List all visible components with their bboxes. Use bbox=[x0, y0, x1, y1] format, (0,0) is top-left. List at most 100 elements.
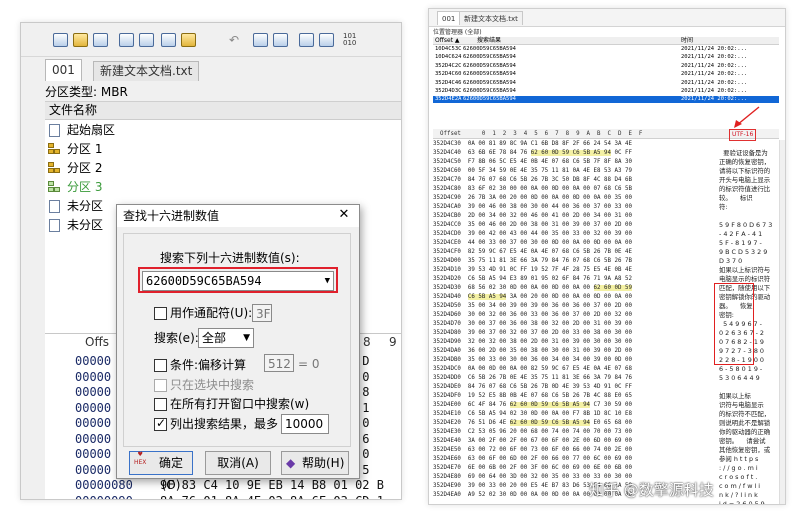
hex-row-offset: 00000090 bbox=[75, 491, 133, 500]
hex-data-row: 352D4CE0 44 00 33 00 37 00 30 00 0D 00 0… bbox=[433, 240, 632, 246]
result-row[interactable]: 10D4C53C 62600D59C65BA594 2021/11/24 20:02… bbox=[433, 46, 779, 53]
condition-value-input[interactable]: 512 bbox=[264, 354, 294, 372]
result-offset: 10D4C53C bbox=[435, 46, 462, 52]
results-list: 10D4C53C 62600D59C65BA594 2021/11/24 20:02… bbox=[429, 46, 785, 106]
hex-col-9: 9 bbox=[389, 335, 397, 349]
tree-header[interactable]: 文件名称 bbox=[45, 102, 401, 120]
result-offset: 352D4D3C bbox=[435, 88, 462, 94]
folder-icon[interactable] bbox=[181, 33, 196, 47]
wildcard-checkbox[interactable] bbox=[154, 307, 167, 320]
hex-data-row: 352D4D80 39 00 37 00 32 00 37 00 2D 00 3… bbox=[433, 330, 632, 336]
undo-icon[interactable]: ↶ bbox=[229, 33, 244, 47]
text-row: 则说明此不是解锁 bbox=[719, 419, 771, 427]
tree-item-unpartitioned-2[interactable]: 未分区 bbox=[49, 216, 103, 235]
hex-data-row: 352D4E70 6E 00 6B 00 2F 00 3F 00 6C 00 6… bbox=[433, 465, 632, 471]
hex-data-row: 352D4D70 30 00 37 00 36 00 38 00 32 00 2… bbox=[433, 321, 632, 327]
result-desc: 62600D59C65BA594 bbox=[463, 79, 516, 86]
result-row[interactable]: 10D4C624 62600D59C65BA594 2021/11/24 20:02… bbox=[433, 54, 779, 61]
result-row[interactable]: 352D4C46 62600D59C65BA594 2021/11/24 20:02… bbox=[433, 80, 779, 87]
result-row[interactable]: 352D4C2C 62600D59C65BA594 2021/11/24 20:02… bbox=[433, 63, 779, 70]
tree-item-unpartitioned-1[interactable]: 未分区 bbox=[49, 197, 103, 216]
list-max-input[interactable]: 10000 bbox=[281, 414, 329, 434]
result-desc: 62600D59C65BA594 bbox=[463, 46, 516, 52]
cancel-button[interactable]: 取消(A) bbox=[205, 451, 271, 475]
paste-icon[interactable] bbox=[273, 33, 288, 47]
all-windows-checkbox[interactable] bbox=[154, 398, 167, 411]
col-description[interactable]: 搜索结果 bbox=[477, 37, 501, 45]
text-row: 参阅 h t t p s bbox=[719, 455, 759, 463]
text-row: 6 - 5 8 0 1 9 - bbox=[719, 365, 763, 373]
partition-icon bbox=[48, 162, 62, 175]
disk-icon[interactable] bbox=[161, 33, 176, 47]
col-offset[interactable]: Offset ▲ bbox=[435, 37, 460, 45]
tab-001[interactable]: 001 bbox=[437, 11, 461, 25]
text-row: 符: bbox=[719, 203, 728, 211]
hex-data-row: 352D4CC0 35 00 46 00 2D 00 38 00 31 00 3… bbox=[433, 222, 632, 228]
search-group: 搜索下列十六进制数值(s): 62600D59C65BA594 ▼ 用作通配符(… bbox=[123, 233, 351, 447]
hex-header: Offset 0 1 2 3 4 5 6 7 8 9 A B C D E F U… bbox=[433, 129, 779, 141]
hex-data-row: 352D4D60 30 00 32 00 36 00 33 00 36 00 3… bbox=[433, 312, 632, 318]
selection-only-checkbox[interactable] bbox=[154, 379, 167, 392]
wildcard-label: 用作通配符(U): bbox=[170, 306, 253, 320]
tree-item-partition-1[interactable]: 分区 1 bbox=[48, 140, 102, 159]
result-row[interactable]: 352D4D3C 62600D59C65BA594 2021/11/24 20:02… bbox=[433, 88, 779, 95]
chevron-down-icon[interactable]: ▼ bbox=[325, 272, 330, 290]
save-icon[interactable] bbox=[93, 33, 108, 47]
file-icon bbox=[49, 219, 60, 232]
tree-item-partition-3[interactable]: 分区 3 bbox=[48, 178, 102, 197]
tab-text-file[interactable]: 新建文本文档.txt bbox=[93, 61, 200, 81]
hex-logo-icon: ♥ HEX bbox=[134, 451, 147, 466]
hex-row-bytes: 8A 76 01 8A 4E 02 8A 6E 03 CD 1 bbox=[160, 491, 384, 500]
list-results-checkbox[interactable] bbox=[154, 416, 167, 431]
result-desc: 62600D59C65BA594 bbox=[463, 71, 516, 78]
result-desc: 62600D59C65BA594 bbox=[463, 88, 516, 94]
ok-button[interactable]: ♥ HEX 确定(O) bbox=[129, 451, 193, 492]
clipboard-icon[interactable] bbox=[299, 33, 314, 47]
tab-text-file[interactable]: 新建文本文档.txt bbox=[459, 11, 523, 25]
tree-item-partition-2[interactable]: 分区 2 bbox=[48, 159, 102, 178]
search-direction-select[interactable]: 全部 ▼ bbox=[198, 328, 254, 348]
text-row: : / / g o . m i bbox=[719, 464, 758, 472]
result-row[interactable]: 352D4E2A 62600D59C65BA594 2021/11/24 20:02… bbox=[433, 96, 779, 104]
copy-icon[interactable] bbox=[253, 33, 268, 47]
print-icon[interactable] bbox=[119, 33, 134, 47]
wildcard-input[interactable]: 3F bbox=[252, 304, 272, 322]
hex-data-row: 352D4CD0 39 00 42 00 43 00 44 00 35 00 3… bbox=[433, 231, 632, 237]
text-row: c o m / f w l i bbox=[719, 482, 761, 490]
scrollbar[interactable] bbox=[779, 140, 785, 504]
hex-data-row: 352D4D10 39 53 4D 91 0C FF 19 52 7F 4F 2… bbox=[433, 267, 632, 273]
new-file-icon[interactable] bbox=[53, 33, 68, 47]
tab-001[interactable]: 001 bbox=[45, 59, 82, 81]
properties-icon[interactable] bbox=[139, 33, 154, 47]
hex-data-row: 352D4D00 35 75 11 81 3E 66 3A 79 84 76 0… bbox=[433, 258, 632, 264]
text-row: c r o s o f t . bbox=[719, 473, 758, 481]
text-row: 的标识符值进行比 bbox=[719, 185, 771, 193]
text-row: 密钥。 请尝试 bbox=[719, 437, 766, 445]
result-desc: 62600D59C65BA594 bbox=[463, 96, 516, 103]
open-folder-icon[interactable] bbox=[73, 33, 88, 47]
binary-icon[interactable]: 101 010 bbox=[343, 33, 358, 47]
hex-data-row: 352D4E10 C6 5B A5 94 02 30 0D 00 0A 00 F… bbox=[433, 411, 632, 417]
paste-special-icon[interactable] bbox=[319, 33, 334, 47]
col-time[interactable]: 时间 bbox=[681, 37, 693, 45]
result-row[interactable]: 352D4C60 62600D59C65BA594 2021/11/24 20:02… bbox=[433, 71, 779, 78]
text-row: 正确的恢复密钥， bbox=[719, 158, 771, 166]
tree-item-start-sector[interactable]: 起始扇区 bbox=[49, 121, 115, 140]
hex-data-view: 352D4C30 0A 00 81 89 8C 9A C1 6B D8 8F 2… bbox=[429, 140, 719, 504]
hex-data-row: 352D4D20 C6 5B A5 94 E3 89 01 95 02 6F 8… bbox=[433, 276, 632, 282]
result-offset: 352D4C2C bbox=[435, 62, 462, 69]
result-time: 2021/11/24 20:02:... bbox=[681, 62, 748, 69]
hex-data-row: 352D4C90 26 7B 3A 00 20 00 0D 00 0A 00 0… bbox=[433, 195, 632, 201]
chevron-down-icon[interactable]: ▼ bbox=[243, 329, 250, 347]
result-desc: 62600D59C65BA594 bbox=[463, 54, 516, 61]
find-hex-dialog: 查找十六进制数值 ✕ 搜索下列十六进制数值(s): 62600D59C65BA5… bbox=[116, 204, 360, 492]
file-icon bbox=[49, 124, 60, 137]
search-value-input[interactable]: 62600D59C65BA594 ▼ bbox=[142, 271, 334, 291]
help-button[interactable]: ◆ 帮助(H) bbox=[281, 451, 349, 475]
hex-data-row: 352D4CF0 82 59 9C 67 E5 4E 0A 4E 07 68 C… bbox=[433, 249, 632, 255]
close-icon[interactable]: ✕ bbox=[335, 206, 353, 224]
text-row: - 4 2 F A - 4 1 bbox=[719, 230, 763, 238]
result-time: 2021/11/24 20:02:... bbox=[681, 79, 748, 86]
hex-data-row: 352D4E20 76 51 D6 4E 62 60 0D 59 C6 5B A… bbox=[433, 420, 632, 426]
condition-checkbox[interactable] bbox=[154, 359, 167, 372]
